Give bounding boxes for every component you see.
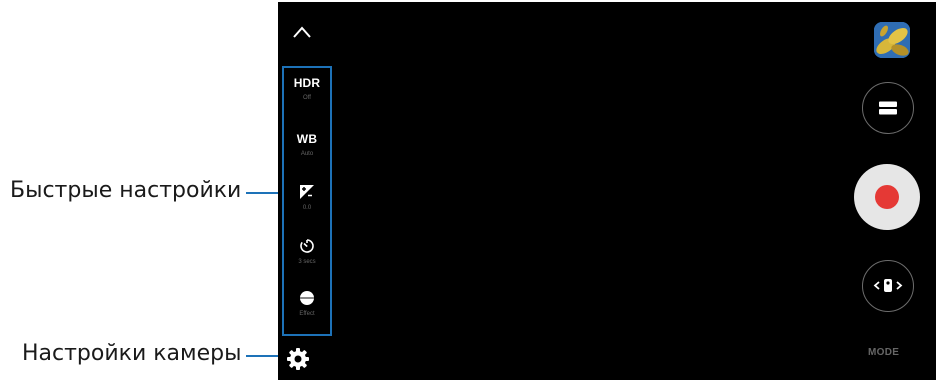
mode-button[interactable]: MODE (868, 347, 899, 358)
exposure-value: 0.0 (302, 205, 312, 211)
timer-icon (300, 239, 314, 253)
hdr-value: Off (303, 95, 311, 101)
exposure-icon (300, 185, 314, 199)
hdr-setting[interactable]: HDR Off (284, 76, 330, 101)
aspect-ratio-icon (878, 101, 897, 114)
gear-icon[interactable] (286, 347, 310, 371)
timer-setting[interactable]: 3 secs (284, 238, 330, 265)
filter-icon (300, 291, 314, 305)
switch-camera-icon (873, 278, 902, 292)
camera-settings-callout: Настройки камеры (22, 341, 242, 366)
wb-value: Auto (300, 151, 314, 157)
gallery-thumbnail[interactable] (874, 22, 910, 58)
wb-label: WB (296, 132, 318, 146)
record-icon (875, 185, 899, 209)
record-button[interactable] (854, 164, 920, 230)
exposure-setting[interactable]: 0.0 (284, 184, 330, 211)
white-balance-setting[interactable]: WB Auto (284, 132, 330, 157)
hdr-label: HDR (293, 76, 321, 90)
quick-settings-callout: Быстрые настройки (10, 178, 242, 203)
camera-settings-callout-line (246, 355, 282, 357)
filter-value: Effect (299, 311, 315, 317)
chevron-up-icon[interactable] (292, 24, 312, 40)
aspect-ratio-button[interactable] (862, 82, 914, 134)
timer-value: 3 secs (298, 259, 316, 265)
switch-camera-button[interactable] (862, 260, 914, 312)
camera-viewfinder[interactable]: HDR Off WB Auto 0.0 3 secs Effect MODE (278, 2, 936, 380)
filter-setting[interactable]: Effect (284, 290, 330, 317)
gallery-preview-image (874, 22, 910, 58)
quick-settings-panel: HDR Off WB Auto 0.0 3 secs Effect (282, 66, 332, 336)
quick-settings-callout-line (246, 192, 280, 194)
